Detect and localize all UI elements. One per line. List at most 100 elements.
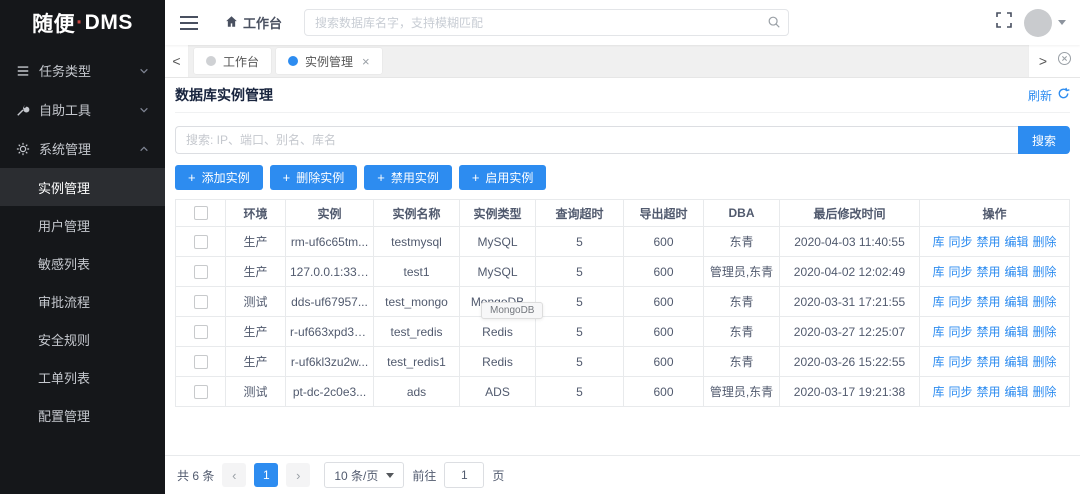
table-row: 测试 dds-uf67957... test_mongo MongoDB 5 6…: [175, 286, 1070, 317]
action-db-link[interactable]: 库: [932, 265, 944, 279]
action-delete-link[interactable]: 删除: [1033, 325, 1057, 339]
add-instance-button[interactable]: + 添加实例: [175, 165, 263, 190]
instances-table: 环境 实例 实例名称 实例类型 查询超时 导出超时 DBA 最后修改时间 操作: [175, 199, 1070, 407]
goto-label: 前往: [412, 468, 437, 483]
close-all-tabs-icon[interactable]: [1057, 51, 1072, 71]
sidebar: 随便 · DMS 任务类型 自助工具 系统管理 实例管理 用户管理 敏感列表 审…: [0, 0, 165, 494]
sidebar-item-system-management[interactable]: 系统管理: [0, 129, 165, 168]
delete-instance-button[interactable]: + 删除实例: [269, 165, 358, 190]
topbar-right: [996, 8, 1066, 37]
refresh-button[interactable]: 刷新: [1028, 87, 1070, 104]
action-delete-link[interactable]: 删除: [1033, 265, 1057, 279]
action-disable-link[interactable]: 禁用: [976, 385, 1000, 399]
tab-instance-management[interactable]: 实例管理 ×: [276, 48, 382, 74]
caret-down-icon: [1058, 20, 1066, 25]
row-checkbox[interactable]: [193, 264, 208, 279]
action-delete-link[interactable]: 删除: [1033, 295, 1057, 309]
cell-dba: 管理员,东青: [703, 256, 780, 287]
action-disable-link[interactable]: 禁用: [976, 265, 1000, 279]
sidebar-item-config-management[interactable]: 配置管理: [0, 396, 165, 434]
column-header: 最后修改时间: [779, 199, 920, 227]
goto-page-input[interactable]: [444, 462, 485, 488]
sidebar-item-self-tools[interactable]: 自助工具: [0, 90, 165, 129]
action-sync-link[interactable]: 同步: [948, 355, 972, 369]
page-size-select[interactable]: 10 条/页: [324, 462, 405, 488]
cell-export-timeout: 600: [623, 346, 704, 377]
sidebar-item-user-management[interactable]: 用户管理: [0, 206, 165, 244]
action-edit-link[interactable]: 编辑: [1005, 325, 1029, 339]
disable-instance-button[interactable]: + 禁用实例: [364, 165, 452, 190]
sidebar-item-security-rules[interactable]: 安全规则: [0, 320, 165, 358]
action-delete-link[interactable]: 删除: [1033, 235, 1057, 249]
logo-dot: ·: [76, 10, 84, 34]
prev-page-button[interactable]: ‹: [222, 463, 247, 487]
cell-query-timeout: 5: [535, 316, 624, 347]
action-db-link[interactable]: 库: [932, 235, 944, 249]
action-edit-link[interactable]: 编辑: [1005, 265, 1029, 279]
breadcrumb[interactable]: 工作台: [225, 13, 282, 32]
action-disable-link[interactable]: 禁用: [976, 325, 1000, 339]
avatar[interactable]: [1024, 8, 1052, 37]
row-checkbox[interactable]: [193, 294, 208, 309]
row-checkbox[interactable]: [193, 234, 208, 249]
button-label: 禁用实例: [390, 171, 439, 185]
select-all-checkbox[interactable]: [193, 206, 208, 221]
close-icon[interactable]: ×: [362, 55, 370, 68]
action-db-link[interactable]: 库: [932, 355, 944, 369]
cell-query-timeout: 5: [535, 376, 624, 407]
submenu-label: 审批流程: [38, 294, 91, 310]
row-checkbox[interactable]: [193, 384, 208, 399]
cell-env: 生产: [225, 316, 286, 347]
tab-workbench[interactable]: 工作台: [194, 48, 272, 74]
sidebar-item-ticket-list[interactable]: 工单列表: [0, 358, 165, 396]
hamburger-menu-icon[interactable]: [179, 15, 199, 31]
submenu-label: 敏感列表: [38, 256, 91, 272]
open-tabs: 工作台 实例管理 ×: [189, 45, 1028, 77]
tabs-scroll-right-button[interactable]: >: [1039, 53, 1047, 69]
sidebar-item-sensitive-list[interactable]: 敏感列表: [0, 244, 165, 282]
cell-env: 生产: [225, 346, 286, 377]
cell-name: test_mongo: [373, 286, 460, 317]
row-checkbox[interactable]: [193, 354, 208, 369]
sidebar-item-approval-flow[interactable]: 审批流程: [0, 282, 165, 320]
cell-instance: r-uf6kl3zu2w...: [285, 346, 374, 377]
breadcrumb-label: 工作台: [243, 16, 283, 31]
action-disable-link[interactable]: 禁用: [976, 295, 1000, 309]
action-sync-link[interactable]: 同步: [948, 295, 972, 309]
sidebar-item-task-types[interactable]: 任务类型: [0, 51, 165, 90]
button-label: 启用实例: [485, 171, 534, 185]
cell-operations: 库同步 禁用 编辑 删除: [919, 286, 1070, 317]
action-edit-link[interactable]: 编辑: [1005, 295, 1029, 309]
action-disable-link[interactable]: 禁用: [976, 355, 1000, 369]
action-edit-link[interactable]: 编辑: [1005, 355, 1029, 369]
action-delete-link[interactable]: 删除: [1033, 355, 1057, 369]
global-search-input[interactable]: [304, 9, 790, 36]
action-db-link[interactable]: 库: [932, 385, 944, 399]
action-delete-link[interactable]: 删除: [1033, 385, 1057, 399]
action-sync-link[interactable]: 同步: [948, 265, 972, 279]
enable-instance-button[interactable]: + 启用实例: [458, 165, 547, 190]
cell-operations: 库同步 禁用 编辑 删除: [919, 376, 1070, 407]
instance-search-input[interactable]: [175, 126, 1018, 154]
row-checkbox[interactable]: [193, 324, 208, 339]
action-sync-link[interactable]: 同步: [948, 325, 972, 339]
page-number-button[interactable]: 1: [254, 463, 279, 487]
goto-unit: 页: [492, 468, 505, 483]
action-edit-link[interactable]: 编辑: [1005, 385, 1029, 399]
action-sync-link[interactable]: 同步: [948, 235, 972, 249]
fullscreen-icon[interactable]: [996, 12, 1012, 33]
sidebar-item-label: 系统管理: [39, 142, 92, 157]
column-header: 查询超时: [535, 199, 624, 227]
sidebar-item-instance-management[interactable]: 实例管理: [0, 168, 165, 206]
action-db-link[interactable]: 库: [932, 295, 944, 309]
search-button[interactable]: 搜索: [1018, 126, 1070, 154]
action-db-link[interactable]: 库: [932, 325, 944, 339]
action-sync-link[interactable]: 同步: [948, 385, 972, 399]
search-icon[interactable]: [767, 15, 781, 34]
tabs-scroll-left-button[interactable]: <: [165, 45, 189, 77]
user-menu[interactable]: [1024, 8, 1066, 37]
main-area: 工作台 <: [165, 0, 1080, 494]
action-edit-link[interactable]: 编辑: [1005, 235, 1029, 249]
action-disable-link[interactable]: 禁用: [976, 235, 1000, 249]
next-page-button[interactable]: ›: [286, 463, 311, 487]
